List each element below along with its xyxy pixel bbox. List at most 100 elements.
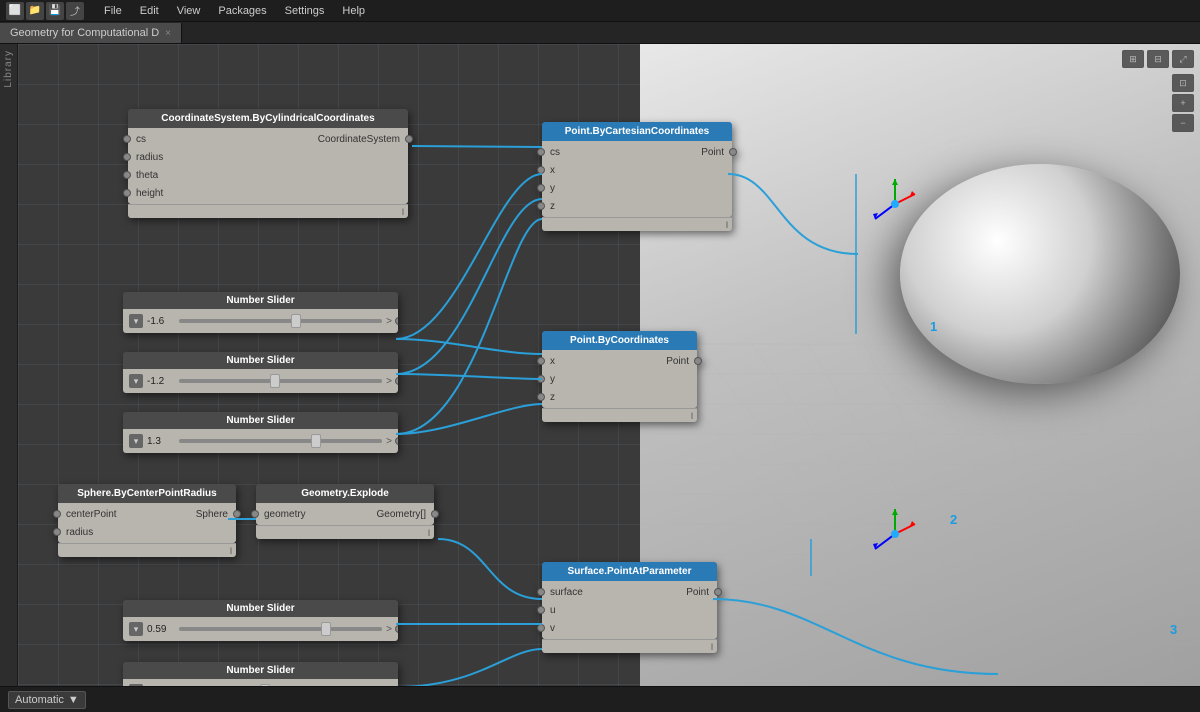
zoom-out-btn[interactable]: − bbox=[1172, 114, 1194, 132]
sphere-header: Sphere.ByCenterPointRadius bbox=[58, 484, 236, 503]
pbc-out-port[interactable] bbox=[729, 148, 737, 156]
zoom-fit-btn[interactable]: ⊡ bbox=[1172, 74, 1194, 92]
sp-v-in-port[interactable] bbox=[537, 624, 545, 632]
main-area: Library bbox=[0, 44, 1200, 686]
tab-close-button[interactable]: × bbox=[165, 28, 171, 39]
pbc-z-in-port[interactable] bbox=[537, 202, 545, 210]
slider-3-track[interactable] bbox=[179, 439, 382, 443]
pbc-z-row: z bbox=[542, 197, 732, 215]
slider-1-track[interactable] bbox=[179, 319, 382, 323]
slider-3-thumb[interactable] bbox=[311, 434, 321, 448]
run-mode-dropdown[interactable]: Automatic ▼ bbox=[8, 691, 86, 709]
slider-1-thumb[interactable] bbox=[291, 314, 301, 328]
run-mode-label: Automatic bbox=[15, 694, 64, 706]
slider-4-gt: > bbox=[386, 624, 392, 635]
sphere-3d bbox=[900, 164, 1180, 384]
sphere-radius-row: radius bbox=[58, 523, 236, 541]
sphere-cp-in-port[interactable] bbox=[53, 510, 61, 518]
slider-3-value: 1.3 bbox=[147, 436, 175, 447]
menu-edit[interactable]: Edit bbox=[132, 3, 167, 19]
pbc-cs-in-port[interactable] bbox=[537, 148, 545, 156]
slider-5-arrow[interactable]: ▾ bbox=[129, 684, 143, 686]
slider-2-out-port[interactable] bbox=[395, 377, 398, 385]
slider-2-thumb[interactable] bbox=[270, 374, 280, 388]
new-icon[interactable]: ⬜ bbox=[6, 2, 24, 20]
slider-3-out-port[interactable] bbox=[395, 437, 398, 445]
slider-4-header: Number Slider bbox=[123, 600, 398, 617]
viewport-layout-btn[interactable]: ⊟ bbox=[1147, 50, 1169, 68]
pbc-x-row: x bbox=[542, 161, 732, 179]
pbc-y-row: y bbox=[542, 179, 732, 197]
slider-2-track[interactable] bbox=[179, 379, 382, 383]
sp-surface-in-port[interactable] bbox=[537, 588, 545, 596]
ge-out-port[interactable] bbox=[431, 510, 439, 518]
statusbar: Automatic ▼ bbox=[0, 686, 1200, 712]
slider-3-arrow[interactable]: ▾ bbox=[129, 434, 143, 448]
slider-3-header: Number Slider bbox=[123, 412, 398, 429]
slider-1-gt: > bbox=[386, 316, 392, 327]
slider-4: Number Slider ▾ 0.59 > bbox=[123, 600, 398, 641]
point-by-cartesian-node: Point.ByCartesianCoordinates cs Point x … bbox=[542, 122, 732, 231]
surface-point-body: surface Point u v bbox=[542, 581, 717, 639]
export-icon[interactable]: ⤴ bbox=[66, 2, 84, 20]
open-icon[interactable]: 📁 bbox=[26, 2, 44, 20]
slider-2: Number Slider ▾ -1.2 > bbox=[123, 352, 398, 393]
viewport-camera-btn[interactable]: ⊞ bbox=[1122, 50, 1144, 68]
point-by-cartesian-footer: l bbox=[542, 217, 732, 231]
viewport-maximize-btn[interactable]: ⤢ bbox=[1172, 50, 1194, 68]
viewport-toolbar: ⊞ ⊟ ⤢ bbox=[1122, 50, 1194, 68]
slider-5-thumb[interactable] bbox=[260, 684, 270, 686]
slider-4-arrow[interactable]: ▾ bbox=[129, 622, 143, 636]
slider-1-arrow[interactable]: ▾ bbox=[129, 314, 143, 328]
theta-in-port[interactable] bbox=[123, 171, 131, 179]
slider-1-out-port[interactable] bbox=[395, 317, 398, 325]
sp-u-in-port[interactable] bbox=[537, 606, 545, 614]
ge-geometry-in-port[interactable] bbox=[251, 510, 259, 518]
zoom-in-btn[interactable]: + bbox=[1172, 94, 1194, 112]
point-by-coordinates-header: Point.ByCoordinates bbox=[542, 331, 697, 350]
pbc2-out-port[interactable] bbox=[694, 357, 702, 365]
sp-surface-row: surface Point bbox=[542, 583, 717, 601]
slider-3: Number Slider ▾ 1.3 > bbox=[123, 412, 398, 453]
pbc2-x-row: x Point bbox=[542, 352, 697, 370]
sphere-out-port[interactable] bbox=[233, 510, 241, 518]
menu-packages[interactable]: Packages bbox=[210, 3, 274, 19]
point-label-1: 1 bbox=[930, 319, 937, 334]
height-in-port[interactable] bbox=[123, 189, 131, 197]
slider-4-track[interactable] bbox=[179, 627, 382, 631]
menu-file[interactable]: File bbox=[96, 3, 130, 19]
sphere-radius-in-port[interactable] bbox=[53, 528, 61, 536]
pbc-x-in-port[interactable] bbox=[537, 166, 545, 174]
coordinate-system-footer: l bbox=[128, 204, 408, 218]
menu-help[interactable]: Help bbox=[334, 3, 373, 19]
slider-5-value: 0.33 bbox=[147, 686, 175, 687]
radius-row: radius bbox=[128, 148, 408, 166]
save-icon[interactable]: 💾 bbox=[46, 2, 64, 20]
sp-out-port[interactable] bbox=[714, 588, 722, 596]
sphere-node: Sphere.ByCenterPointRadius centerPoint S… bbox=[58, 484, 236, 557]
radius-in-port[interactable] bbox=[123, 153, 131, 161]
axes-bottom bbox=[865, 504, 925, 564]
menu-view[interactable]: View bbox=[169, 3, 209, 19]
cs-in-port[interactable] bbox=[123, 135, 131, 143]
pbc-y-in-port[interactable] bbox=[537, 184, 545, 192]
pbc2-x-in-port[interactable] bbox=[537, 357, 545, 365]
slider-4-thumb[interactable] bbox=[321, 622, 331, 636]
slider-3-gt: > bbox=[386, 436, 392, 447]
geometry-explode-header: Geometry.Explode bbox=[256, 484, 434, 503]
surface-point-header: Surface.PointAtParameter bbox=[542, 562, 717, 581]
pbc2-y-in-port[interactable] bbox=[537, 375, 545, 383]
canvas[interactable]: 1 2 3 ⊞ ⊟ ⤢ ⊡ + − bbox=[18, 44, 1200, 686]
tabbar: Geometry for Computational D × bbox=[0, 22, 1200, 44]
slider-2-arrow[interactable]: ▾ bbox=[129, 374, 143, 388]
cs-out-port[interactable] bbox=[405, 135, 413, 143]
pbc2-z-in-port[interactable] bbox=[537, 393, 545, 401]
library-sidebar: Library bbox=[0, 44, 18, 686]
point-by-coordinates-footer: l bbox=[542, 408, 697, 422]
geometry-explode-body: geometry Geometry[] bbox=[256, 503, 434, 525]
cs-row: cs CoordinateSystem bbox=[128, 130, 408, 148]
menu-settings[interactable]: Settings bbox=[277, 3, 333, 19]
main-tab[interactable]: Geometry for Computational D × bbox=[0, 23, 182, 43]
geometry-explode-node: Geometry.Explode geometry Geometry[] l bbox=[256, 484, 434, 539]
slider-4-out-port[interactable] bbox=[395, 625, 398, 633]
